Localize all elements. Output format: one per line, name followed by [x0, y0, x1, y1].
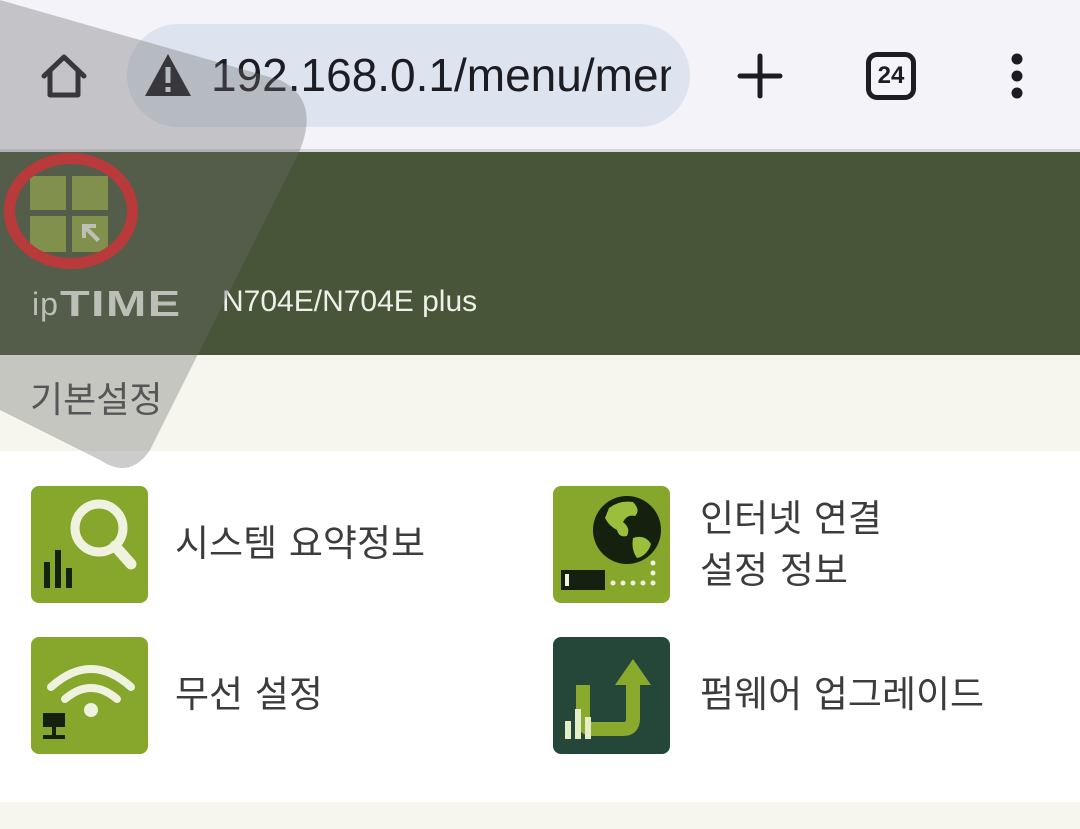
home-button[interactable] — [36, 48, 92, 104]
more-vert-icon — [1011, 53, 1023, 99]
highlight-circle — [4, 153, 138, 269]
address-bar[interactable]: 192.168.0.1/menu/menu — [127, 24, 690, 127]
menu-grid — [0, 451, 1080, 802]
url-text[interactable]: 192.168.0.1/menu/menu — [211, 46, 671, 104]
internet-settings-tile[interactable] — [553, 486, 670, 603]
router-model: N704E/N704E plus — [222, 285, 478, 318]
logo-brand: TIME — [59, 283, 182, 324]
wireless-settings-label[interactable]: 무선 설정 — [175, 669, 323, 721]
internet-globe-icon — [553, 486, 670, 603]
new-tab-button[interactable] — [732, 48, 788, 104]
internet-settings-label-line2[interactable]: 설정 정보 — [700, 545, 848, 597]
not-secure-warning-icon[interactable] — [143, 52, 193, 98]
system-summary-icon — [31, 486, 148, 603]
section-footer — [0, 802, 1080, 829]
tab-switcher-button[interactable]: 24 — [866, 52, 916, 100]
plus-icon — [737, 53, 783, 99]
tab-count: 24 — [877, 62, 905, 89]
logo-prefix: ip — [32, 286, 59, 322]
wireless-settings-tile[interactable] — [31, 637, 148, 754]
iptime-logo: ip TIME — [32, 282, 180, 323]
router-header — [0, 152, 1080, 355]
browser-menu-button[interactable] — [1000, 48, 1034, 104]
system-summary-label[interactable]: 시스템 요약정보 — [175, 518, 425, 570]
wireless-wifi-icon — [31, 637, 148, 754]
firmware-upgrade-tile[interactable] — [553, 637, 670, 754]
section-title: 기본설정 — [30, 380, 163, 421]
firmware-upgrade-label[interactable]: 펌웨어 업그레이드 — [700, 669, 984, 721]
internet-settings-label-line1[interactable]: 인터넷 연결 — [700, 493, 882, 545]
firmware-upgrade-icon — [553, 637, 670, 754]
system-summary-tile[interactable] — [31, 486, 148, 603]
home-icon — [41, 54, 87, 98]
